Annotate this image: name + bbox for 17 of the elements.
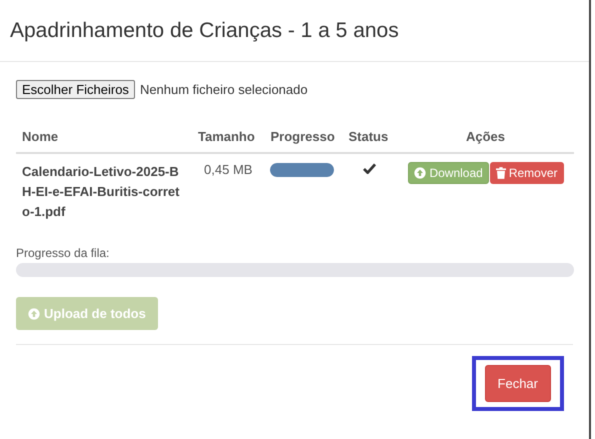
- file-size: 0,45 MB: [192, 153, 264, 230]
- file-status-text: Nenhum ficheiro selecionado: [140, 82, 308, 97]
- upload-icon: [28, 308, 40, 320]
- close-button[interactable]: Fechar: [484, 365, 551, 402]
- column-header: Nome: [16, 121, 192, 153]
- column-header: Status: [342, 121, 397, 153]
- column-header: Tamanho: [192, 121, 264, 153]
- upload-icon: [414, 167, 426, 179]
- queue-progress-label: Progresso da fila:: [16, 246, 110, 260]
- modal-title: Apadrinhamento de Crianças - 1 a 5 anos: [10, 18, 399, 42]
- remove-button[interactable]: Remover: [490, 162, 564, 184]
- trash-icon: [496, 167, 506, 179]
- column-header: Ações: [396, 121, 574, 153]
- column-header: Progresso: [264, 121, 342, 153]
- choose-files-button[interactable]: Escolher Ficheiros: [16, 80, 135, 99]
- file-name: Calendario-Letivo-2025-BH-EI-e-EFAI-Buritis-correto-1.pdf: [16, 153, 192, 230]
- download-button[interactable]: Download: [408, 162, 489, 184]
